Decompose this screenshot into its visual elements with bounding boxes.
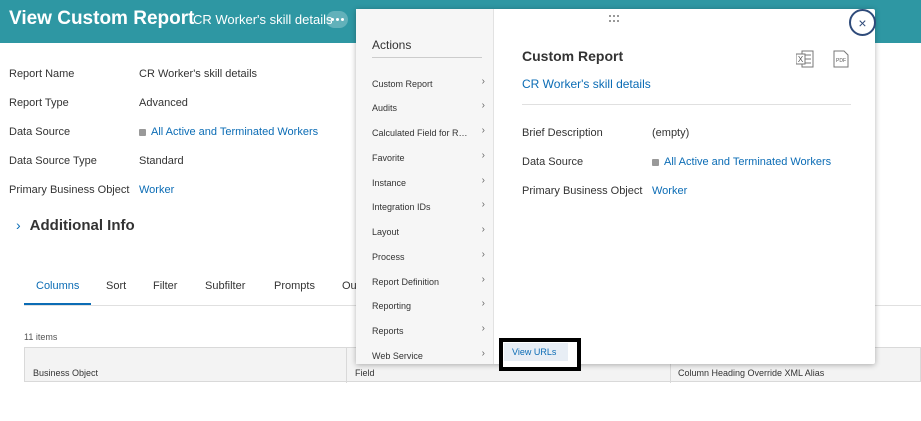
- chevron-right-icon: ›: [481, 127, 485, 136]
- pdf-label: PDF: [836, 58, 846, 64]
- actions-menu-item[interactable]: Audits ›: [372, 102, 487, 113]
- actions-title: Actions: [372, 38, 412, 52]
- detail-value: Standard: [139, 155, 184, 167]
- report-name-title: CR Worker's skill details: [193, 12, 333, 27]
- popup-label: Primary Business Object: [522, 185, 643, 197]
- actions-menu-item[interactable]: Calculated Field for Report ›: [372, 127, 487, 138]
- menu-item-label: Custom Report: [372, 78, 433, 89]
- menu-item-label: Integration IDs: [372, 201, 431, 212]
- related-actions-button[interactable]: [326, 11, 348, 28]
- chevron-right-icon: ›: [481, 300, 485, 309]
- actions-menu-item[interactable]: Process ›: [372, 251, 487, 262]
- column-divider: [346, 348, 347, 383]
- items-count: 11 items: [24, 332, 58, 342]
- menu-item-label: Favorite: [372, 152, 405, 163]
- detail-label: Report Name: [9, 68, 75, 80]
- detail-value: CR Worker's skill details: [139, 68, 258, 80]
- menu-item-label: Audits: [372, 102, 398, 113]
- actions-menu-item[interactable]: Custom Report ›: [372, 78, 487, 89]
- chevron-right-icon: ›: [481, 350, 485, 359]
- actions-divider: [372, 57, 482, 58]
- detail-label: Primary Business Object: [9, 184, 130, 196]
- chevron-right-icon: ›: [481, 251, 485, 260]
- chevron-right-icon: ›: [481, 177, 485, 186]
- chevron-right-icon: ›: [481, 325, 485, 334]
- chevron-right-icon: ›: [481, 152, 485, 161]
- detail-value: All Active and Terminated Workers: [139, 126, 318, 138]
- actions-menu-item[interactable]: Web Service ›: [372, 350, 487, 361]
- close-icon: ×: [858, 14, 867, 31]
- drag-handle-icon[interactable]: [609, 15, 621, 23]
- actions-menu-item[interactable]: Favorite ›: [372, 152, 487, 163]
- tab-sort[interactable]: Sort: [106, 280, 126, 292]
- detail-value: Advanced: [139, 97, 188, 109]
- popup-label: Brief Description: [522, 127, 603, 139]
- chevron-right-icon: ›: [481, 201, 485, 210]
- popup-title: Custom Report: [522, 48, 624, 64]
- popup-primary-business-object-link[interactable]: Worker: [652, 185, 687, 197]
- menu-item-label: Report Definition: [372, 276, 440, 287]
- chevron-right-icon: ›: [481, 102, 485, 111]
- related-actions-popup: Actions Custom Report › Audits › Calculated …: [356, 9, 875, 364]
- detail-label: Data Source: [9, 126, 71, 138]
- detail-label: Data Source Type: [9, 155, 97, 167]
- instance-icon: [139, 128, 146, 136]
- popup-value: (empty): [652, 127, 690, 139]
- data-source-link[interactable]: All Active and Terminated Workers: [151, 126, 318, 138]
- menu-item-label: Reporting: [372, 300, 412, 311]
- column-header[interactable]: Field: [355, 368, 375, 378]
- pdf-export-icon[interactable]: PDF: [833, 50, 849, 68]
- tab-subfilter[interactable]: Subfilter: [205, 280, 245, 292]
- page-title: View Custom Report: [9, 8, 195, 29]
- instance-icon: [652, 158, 659, 166]
- actions-menu-item[interactable]: Reporting ›: [372, 300, 487, 311]
- chevron-right-icon: ›: [481, 78, 485, 87]
- popup-label: Data Source: [522, 156, 584, 168]
- tab-prompts[interactable]: Prompts: [274, 280, 315, 292]
- chevron-right-icon: ›: [16, 217, 21, 233]
- actions-menu: Actions Custom Report › Audits › Calculated …: [356, 9, 494, 364]
- column-header[interactable]: Column Heading Override XML Alias: [678, 368, 824, 378]
- additional-info-label: Additional Info: [29, 217, 135, 234]
- actions-menu-item[interactable]: Integration IDs ›: [372, 201, 487, 212]
- menu-item-label: Instance: [372, 177, 407, 188]
- tab-columns[interactable]: Columns: [36, 280, 79, 292]
- close-button[interactable]: ×: [849, 9, 876, 36]
- menu-item-label: Reports: [372, 325, 404, 336]
- menu-item-label: Layout: [372, 226, 400, 237]
- excel-export-icon[interactable]: X: [796, 50, 814, 68]
- column-header[interactable]: Business Object: [33, 368, 98, 378]
- actions-menu-item[interactable]: Layout ›: [372, 226, 487, 237]
- chevron-right-icon: ›: [481, 226, 485, 235]
- actions-menu-item[interactable]: Reports ›: [372, 325, 487, 336]
- ellipsis-dot: [335, 18, 339, 21]
- excel-letter: X: [798, 55, 804, 64]
- popup-value: All Active and Terminated Workers: [652, 156, 831, 168]
- menu-item-label: Web Service: [372, 350, 423, 361]
- ellipsis-icon: [330, 18, 334, 21]
- tab-output[interactable]: Ou: [342, 280, 357, 292]
- actions-menu-item[interactable]: Instance ›: [372, 177, 487, 188]
- ellipsis-dot: [340, 18, 344, 21]
- actions-menu-item[interactable]: Report Definition ›: [372, 276, 487, 287]
- popup-report-link[interactable]: CR Worker's skill details: [522, 77, 651, 91]
- menu-item-label: Calculated Field for Report: [372, 127, 472, 138]
- detail-label: Report Type: [9, 97, 69, 109]
- menu-item-label: Process: [372, 251, 405, 262]
- popup-divider: [522, 104, 851, 105]
- additional-info-toggle[interactable]: › Additional Info: [16, 217, 135, 234]
- primary-business-object-link[interactable]: Worker: [139, 184, 174, 196]
- popup-data-source-link[interactable]: All Active and Terminated Workers: [664, 156, 831, 168]
- chevron-right-icon: ›: [481, 276, 485, 285]
- view-urls-menu-item[interactable]: View URLs: [504, 343, 568, 361]
- tab-filter[interactable]: Filter: [153, 280, 177, 292]
